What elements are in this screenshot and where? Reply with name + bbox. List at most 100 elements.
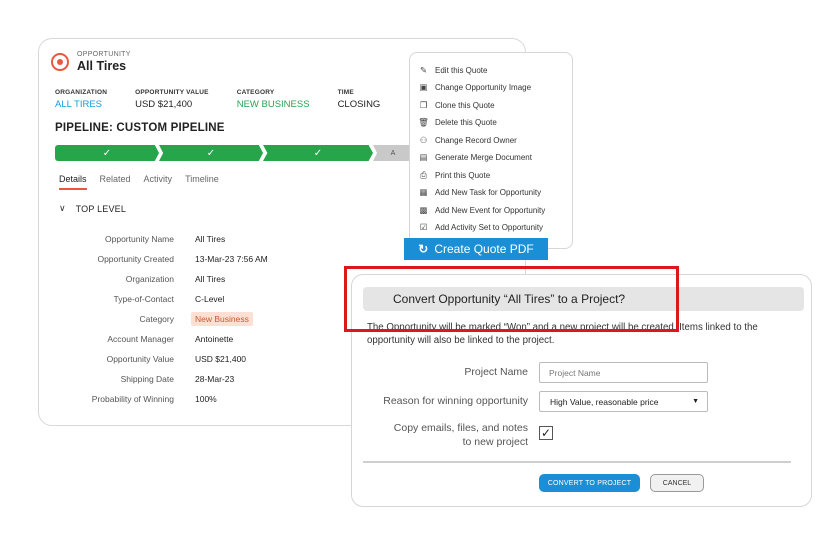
menu-item-label: Add Activity Set to Opportunity — [435, 223, 544, 232]
calendar-icon: ▩ — [419, 205, 428, 215]
field-row: Opportunity Value USD $21,400 — [39, 354, 339, 368]
convert-to-project-button[interactable]: CONVERT TO PROJECT — [539, 474, 640, 492]
menu-item-add-activity-set[interactable]: ☑ Add Activity Set to Opportunity — [418, 222, 543, 233]
tab-details[interactable]: Details — [59, 174, 87, 190]
field-row: Opportunity Name All Tires — [39, 234, 339, 248]
pipeline-stage-4[interactable]: A — [373, 145, 413, 161]
dialog-divider — [363, 461, 791, 463]
record-type-label: OPPORTUNITY — [77, 51, 131, 58]
opportunity-title: All Tires — [77, 59, 127, 73]
field-label: Probability of Winning — [91, 394, 174, 404]
tab-related[interactable]: Related — [100, 174, 131, 190]
document-icon: ▤ — [419, 152, 428, 162]
field-value: New Business — [191, 312, 253, 326]
field-value: Antoinette — [195, 334, 234, 344]
field-value: USD $21,400 — [195, 354, 247, 364]
trash-icon: 🗑 — [418, 117, 429, 127]
menu-item-label: Print this Quote — [435, 171, 491, 180]
field-label: Organization — [125, 274, 174, 284]
menu-item-change-image[interactable]: ▣ Change Opportunity Image — [418, 82, 531, 93]
copy-label-line-2: to new project — [462, 436, 528, 448]
field-value: 100% — [195, 394, 217, 404]
menu-item-change-owner[interactable]: ⚇ Change Record Owner — [418, 135, 517, 146]
pipeline-stage-2[interactable]: ✓ — [159, 145, 263, 161]
chevron-down-icon: ∨ — [59, 203, 66, 213]
tab-activity[interactable]: Activity — [144, 174, 173, 190]
highlight-box — [344, 266, 679, 332]
menu-item-label: Add New Task for Opportunity — [435, 188, 542, 197]
copy-items-checkbox[interactable]: ✓ — [539, 426, 553, 440]
field-value: All Tires — [195, 274, 226, 284]
summary-label: TIME — [337, 89, 354, 96]
field-label: Category — [139, 314, 175, 324]
pipeline-stage-3[interactable]: ✓ — [263, 145, 373, 161]
menu-item-label: Add New Event for Opportunity — [435, 206, 546, 215]
menu-item-add-event[interactable]: ▩ Add New Event for Opportunity — [418, 205, 545, 216]
menu-item-label: Change Opportunity Image — [435, 83, 532, 92]
copy-label-line-1: Copy emails, files, and notes — [393, 422, 528, 434]
refresh-icon: ↻ — [418, 242, 429, 256]
caret-down-icon: ▼ — [692, 398, 699, 405]
summary-value-text: USD $21,400 — [135, 99, 193, 110]
field-row: Account Manager Antoinette — [39, 334, 339, 348]
menu-item-print-quote[interactable]: ⎙ Print this Quote — [418, 170, 490, 181]
summary-category: CATEGORY NEW BUSINESS — [237, 89, 310, 110]
pipeline-progress: ✓ ✓ ✓ A — [55, 145, 413, 161]
menu-item-label: Generate Merge Document — [435, 153, 532, 162]
reason-label: Reason for winning opportunity — [383, 395, 528, 407]
field-row: Type-of-Contact C-Level — [39, 294, 339, 308]
copy-label: Copy emails, files, and notes to new pro… — [394, 421, 528, 449]
users-icon: ⚇ — [419, 135, 428, 145]
tab-timeline[interactable]: Timeline — [185, 174, 219, 190]
field-label: Type-of-Contact — [113, 294, 174, 304]
cancel-button[interactable]: CANCEL — [650, 474, 704, 492]
category-value: NEW BUSINESS — [236, 99, 310, 110]
summary-time: TIME CLOSING — [338, 89, 381, 110]
menu-item-label: Change Record Owner — [435, 136, 517, 145]
checklist-icon: ☑ — [419, 222, 428, 232]
field-value: 13-Mar-23 7:56 AM — [195, 254, 268, 264]
field-value: C-Level — [195, 294, 225, 304]
pipeline-title: PIPELINE: CUSTOM PIPELINE — [55, 122, 225, 134]
field-row: Organization All Tires — [39, 274, 339, 288]
image-icon: ▣ — [419, 82, 428, 92]
summary-label: OPPORTUNITY VALUE — [135, 89, 209, 96]
copy-icon: ❐ — [419, 100, 428, 110]
menu-item-edit-quote[interactable]: ✎ Edit this Quote — [418, 65, 488, 76]
summary-value: OPPORTUNITY VALUE USD $21,400 — [135, 89, 209, 110]
field-label: Opportunity Name — [105, 234, 174, 244]
section-toggle-top-level[interactable]: ∨ TOP LEVEL — [59, 203, 126, 214]
field-value: 28-Mar-23 — [195, 374, 235, 384]
menu-item-clone-quote[interactable]: ❐ Clone this Quote — [418, 100, 495, 111]
pencil-icon: ✎ — [419, 65, 428, 75]
section-label: TOP LEVEL — [75, 203, 127, 214]
field-row: Opportunity Created 13-Mar-23 7:56 AM — [39, 254, 339, 268]
pipeline-stage-1[interactable]: ✓ — [55, 145, 159, 161]
opportunity-header: OPPORTUNITY All Tires — [51, 51, 131, 73]
field-row: Probability of Winning 100% — [39, 394, 339, 408]
create-quote-pdf-label: Create Quote PDF — [434, 242, 534, 256]
menu-item-label: Edit this Quote — [435, 66, 488, 75]
menu-item-merge-document[interactable]: ▤ Generate Merge Document — [418, 152, 532, 163]
create-quote-pdf-button[interactable]: ↻ Create Quote PDF — [404, 238, 548, 260]
field-label: Opportunity Value — [106, 354, 174, 364]
menu-item-add-task[interactable]: ▦ Add New Task for Opportunity — [418, 187, 541, 198]
project-name-input[interactable]: Project Name — [539, 362, 708, 383]
field-row: Shipping Date 28-Mar-23 — [39, 374, 339, 388]
menu-item-label: Clone this Quote — [435, 101, 495, 110]
field-label: Account Manager — [107, 334, 174, 344]
summary-bar: ORGANIZATION ALL TIRES OPPORTUNITY VALUE… — [55, 89, 408, 110]
menu-item-delete-quote[interactable]: 🗑 Delete this Quote — [418, 117, 497, 128]
menu-item-label: Delete this Quote — [435, 118, 497, 127]
field-value: All Tires — [195, 234, 226, 244]
organization-link[interactable]: ALL TIRES — [55, 99, 107, 110]
reason-select[interactable]: High Value, reasonable price ▼ — [539, 391, 708, 412]
reason-selected-value: High Value, reasonable price — [550, 396, 659, 407]
summary-label: CATEGORY — [236, 89, 275, 96]
actions-menu: ✎ Edit this Quote ▣ Change Opportunity I… — [409, 52, 573, 249]
target-icon — [51, 53, 69, 71]
record-tabs: Details Related Activity Timeline — [59, 174, 232, 190]
task-icon: ▦ — [419, 187, 428, 197]
field-row: Category New Business — [39, 312, 339, 328]
field-label: Opportunity Created — [97, 254, 174, 264]
